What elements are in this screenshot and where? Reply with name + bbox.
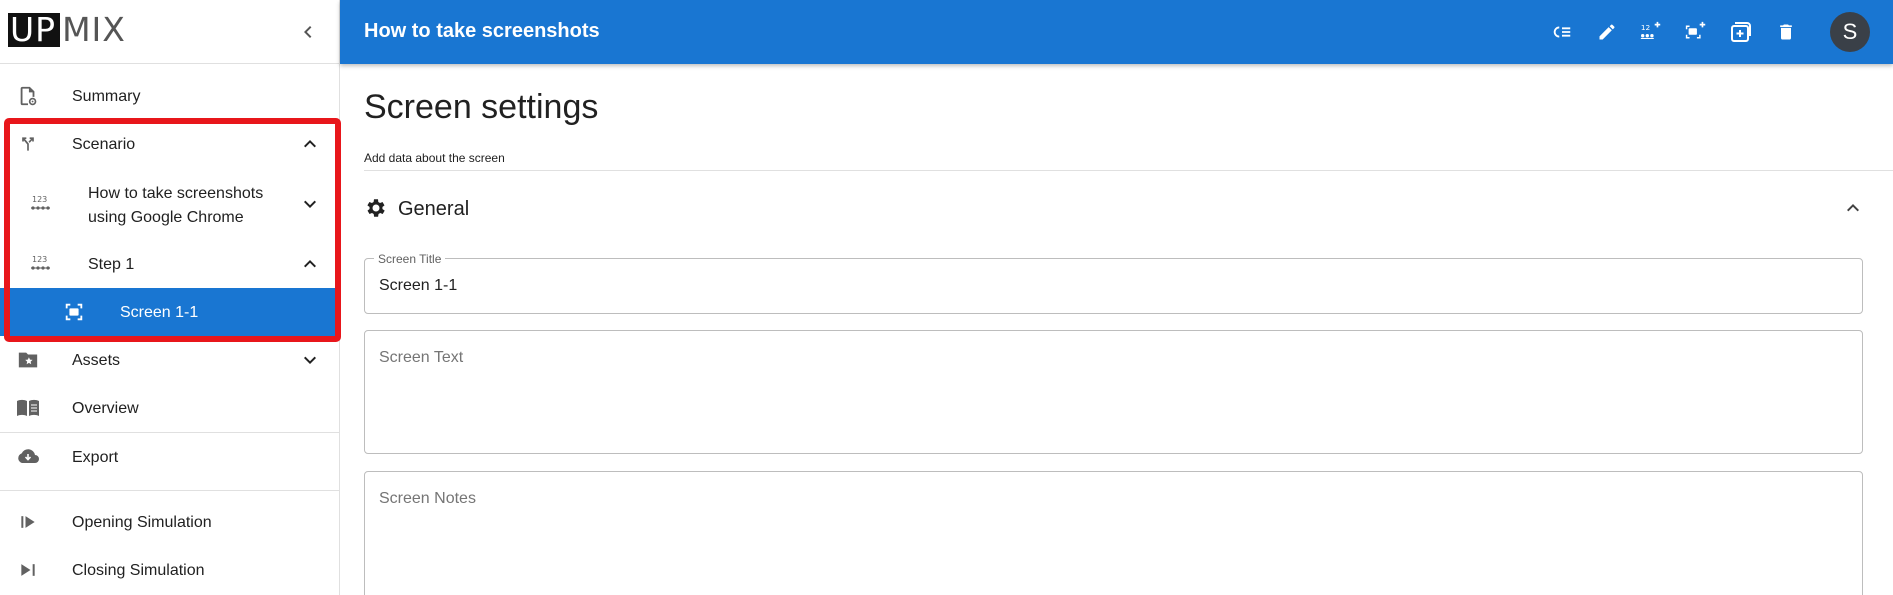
cloud-download-icon (16, 445, 40, 469)
add-step-icon[interactable]: 12 (1639, 20, 1663, 44)
sidebar-item-summary[interactable]: Summary (0, 80, 339, 112)
sidebar-item-label: Scenario (72, 136, 136, 153)
sidebar-item-screen-1-1[interactable]: Screen 1-1 (0, 288, 339, 336)
sidebar-item-scenario[interactable]: Scenario (0, 128, 339, 160)
sidebar: UP MIX Summary Scenario 123 How to take … (0, 0, 341, 595)
add-screen-icon[interactable] (1684, 20, 1708, 44)
list-icon[interactable] (1550, 20, 1574, 44)
chevron-up-icon[interactable] (1841, 196, 1865, 220)
screenshot-icon (62, 300, 86, 324)
skip-start-icon (16, 510, 40, 534)
sidebar-item-assets[interactable]: Assets (0, 344, 339, 376)
sidebar-item-opening-simulation[interactable]: Opening Simulation (0, 506, 339, 538)
add-copy-icon[interactable] (1729, 20, 1753, 44)
sidebar-item-export[interactable]: Export (0, 441, 339, 473)
app-root: UP MIX Summary Scenario 123 How to take … (0, 0, 1893, 595)
chevron-up-icon[interactable] (298, 252, 322, 276)
sidebar-item-label: Screen 1-1 (120, 304, 199, 321)
page-subtitle: Add data about the screen (364, 151, 505, 165)
sidebar-item-label: Opening Simulation (72, 514, 212, 531)
collapse-sidebar-button[interactable] (296, 20, 320, 44)
sidebar-divider (0, 490, 339, 491)
chevron-up-icon[interactable] (298, 132, 322, 156)
user-avatar[interactable]: S (1830, 12, 1870, 52)
label-line-1: How to take screenshots (88, 185, 264, 202)
svg-text:123: 123 (32, 195, 47, 204)
screen-text-field (364, 330, 1863, 454)
logo-part-up: UP (8, 13, 61, 47)
screen-title-field: Screen Title (364, 252, 1863, 314)
fork-icon (16, 132, 40, 156)
numbered-list-icon: 123 (29, 252, 53, 276)
skip-end-icon (16, 558, 40, 582)
screen-notes-field (364, 471, 1863, 595)
sidebar-item-label: Overview (72, 400, 139, 417)
chevron-left-icon (304, 26, 312, 38)
sidebar-item-closing-simulation[interactable]: Closing Simulation (0, 554, 339, 586)
sidebar-divider (0, 432, 339, 433)
sidebar-item-label: Step 1 (88, 256, 135, 273)
star-folder-icon (16, 348, 40, 372)
sidebar-item-step-1[interactable]: 123 Step 1 (0, 248, 339, 280)
chevron-down-icon[interactable] (298, 348, 322, 372)
screen-title-label: Screen Title (374, 252, 446, 266)
svg-text:12: 12 (1641, 23, 1650, 32)
logo-row: UP MIX (0, 0, 339, 64)
sidebar-item-label: Closing Simulation (72, 562, 205, 579)
screen-text-textarea[interactable] (365, 331, 1862, 453)
top-app-bar: How to take screenshots 12 S (340, 0, 1893, 64)
delete-icon[interactable] (1774, 20, 1798, 44)
screen-title-input[interactable] (365, 259, 1862, 313)
sidebar-item-label: Summary (72, 88, 141, 105)
sidebar-item-label: Assets (72, 352, 121, 369)
general-section-header[interactable]: General (364, 184, 1869, 232)
page-title: Screen settings (364, 88, 599, 126)
main-content: Screen settings Add data about the scree… (340, 64, 1893, 595)
upmix-logo: UP MIX (8, 13, 126, 47)
edit-icon[interactable] (1595, 20, 1619, 44)
sidebar-item-scenario-child[interactable]: 123 How to take screenshots using Google… (0, 176, 339, 232)
header-title: How to take screenshots (364, 20, 600, 42)
sidebar-item-label: Export (72, 449, 119, 466)
label-line-2: using Google Chrome (88, 209, 244, 226)
section-divider (364, 170, 1893, 171)
document-settings-icon (16, 84, 40, 108)
sidebar-item-label: How to take screenshots using Google Chr… (88, 182, 263, 230)
screen-notes-textarea[interactable] (365, 472, 1862, 595)
logo-part-mix: MIX (62, 10, 126, 49)
general-section-label: General (398, 198, 470, 220)
gear-icon (364, 196, 388, 220)
numbered-list-icon: 123 (29, 192, 53, 216)
book-icon (16, 396, 40, 420)
svg-text:123: 123 (32, 255, 47, 264)
chevron-down-icon[interactable] (298, 192, 322, 216)
sidebar-item-overview[interactable]: Overview (0, 392, 339, 424)
